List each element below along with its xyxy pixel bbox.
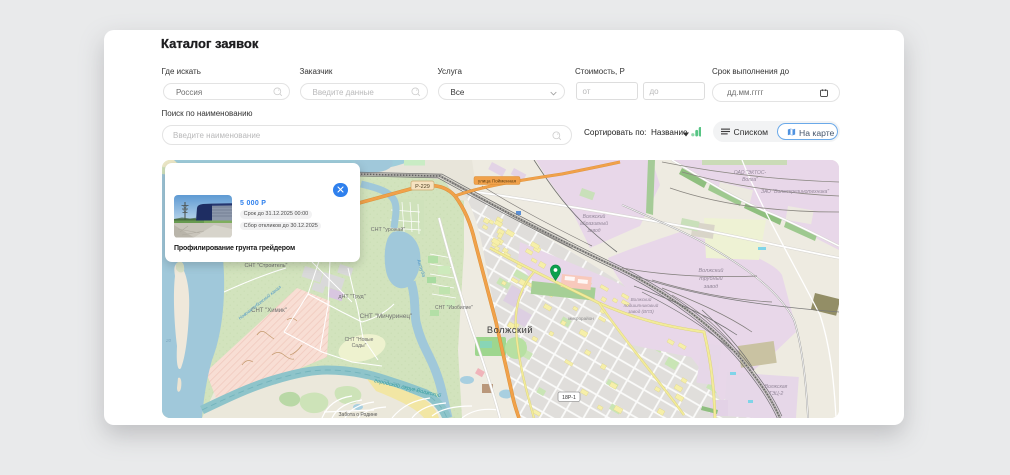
- svg-text:завод (ВПЗ): завод (ВПЗ): [627, 309, 654, 314]
- svg-text:абразивный: абразивный: [580, 220, 608, 227]
- svg-text:ОАО "ЭКТОС-: ОАО "ЭКТОС-: [734, 170, 767, 176]
- svg-text:завод: завод: [586, 228, 600, 234]
- svg-text:СНТ "Изобилие": СНТ "Изобилие": [435, 305, 473, 311]
- svg-text:СНТ "урожай": СНТ "урожай": [371, 226, 406, 233]
- svg-text:трубный: трубный: [699, 275, 723, 282]
- svg-text:дНТ "Труд": дНТ "Труд": [338, 294, 365, 300]
- svg-text:Волжский: Волжский: [583, 213, 606, 220]
- svg-text:Р-229: Р-229: [415, 183, 430, 189]
- svg-text:Волжская: Волжская: [765, 384, 788, 390]
- svg-text:завод: завод: [703, 284, 718, 290]
- svg-text:СНТ "Строитель": СНТ "Строитель": [245, 263, 288, 269]
- svg-text:20: 20: [165, 338, 172, 343]
- svg-text:Забота о Родине: Забота о Родине: [339, 412, 378, 418]
- svg-text:микрорайон: микрорайон: [568, 315, 594, 321]
- svg-text:Сады": Сады": [352, 343, 367, 349]
- svg-text:СНТ "Мичуринец": СНТ "Мичуринец": [360, 313, 413, 320]
- svg-text:СНТ "Химик": СНТ "Химик": [251, 308, 287, 314]
- svg-text:18Р-1: 18Р-1: [562, 395, 576, 401]
- svg-text:Волжский: Волжский: [487, 325, 533, 335]
- svg-text:улица Пойменная: улица Пойменная: [478, 177, 517, 183]
- svg-text:подшипниковый: подшипниковый: [624, 302, 659, 308]
- svg-text:Волга": Волга": [742, 177, 758, 183]
- svg-text:ЗАО "Волжскрезинотехника": ЗАО "Волжскрезинотехника": [761, 189, 829, 195]
- svg-text:Волжский: Волжский: [631, 296, 652, 302]
- svg-text:ТЭЦ-2: ТЭЦ-2: [769, 391, 784, 397]
- svg-text:Волжский: Волжский: [699, 267, 724, 274]
